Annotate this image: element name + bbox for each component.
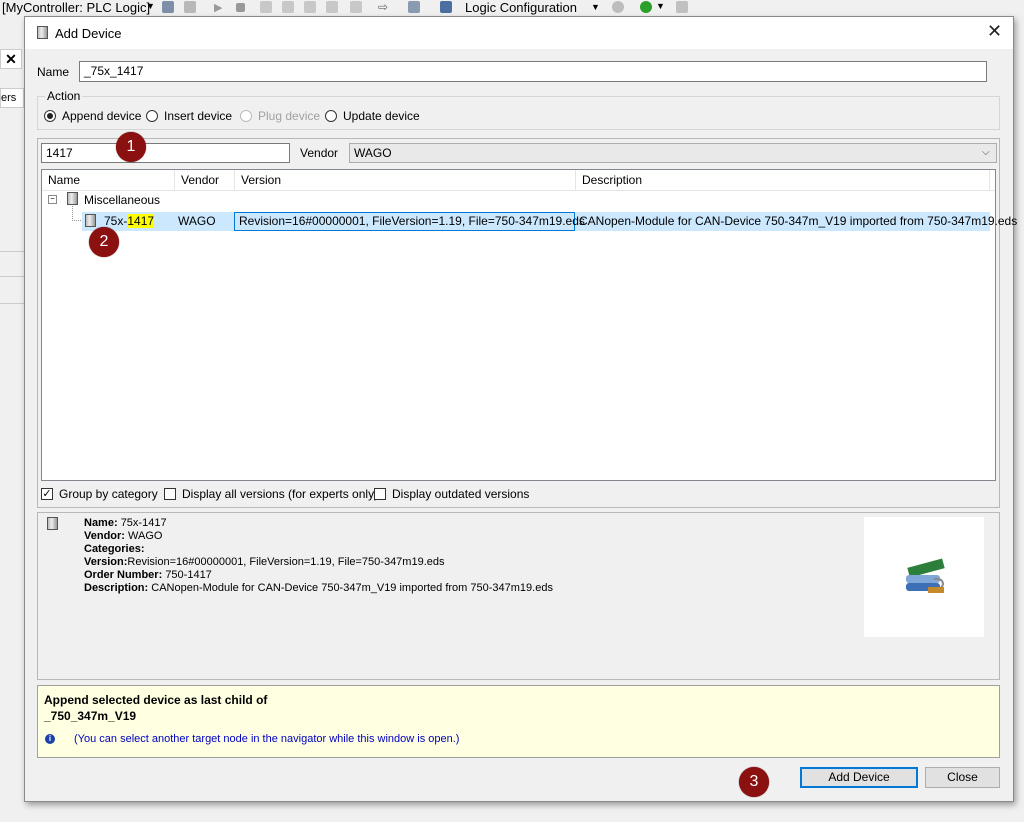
annotation-marker-2: 2 xyxy=(89,227,119,257)
add-device-button[interactable]: Add Device xyxy=(800,767,918,788)
annotation-marker-1: 1 xyxy=(116,132,146,162)
radio-selected-icon xyxy=(44,110,56,122)
hint-info-text: (You can select another target node in t… xyxy=(74,733,460,745)
device-search-input[interactable]: 1417 xyxy=(41,143,290,163)
build-icon[interactable] xyxy=(162,1,174,13)
divider xyxy=(0,276,24,277)
step-out-icon[interactable] xyxy=(304,1,316,13)
logic-configuration-dropdown[interactable]: Logic Configuration ▼ xyxy=(465,0,602,15)
rebuild-icon[interactable] xyxy=(184,1,196,13)
app-title-fragment: [MyController: PLC Logic] xyxy=(2,0,151,15)
dialog-title: Add Device xyxy=(55,26,122,41)
device-icon xyxy=(47,517,58,530)
row-vendor: WAGO xyxy=(178,214,216,228)
column-header-name[interactable]: Name xyxy=(42,170,175,190)
device-image xyxy=(864,517,984,637)
close-button[interactable]: Close xyxy=(925,767,1000,788)
checkbox-icon xyxy=(164,488,176,500)
hint-panel: Append selected device as last child of … xyxy=(37,685,1000,758)
detail-vendor: Vendor: WAGO xyxy=(84,530,163,542)
row-description: CANopen-Module for CAN-Device 750-347m_V… xyxy=(579,214,1018,228)
divider xyxy=(0,303,24,304)
vendor-select-value: WAGO xyxy=(354,146,392,160)
tools-icon[interactable] xyxy=(676,1,688,13)
action-group: Action Append device Insert device Plug … xyxy=(37,89,1000,130)
device-details-panel: Name: 75x-1417 Vendor: WAGO Categories: … xyxy=(37,512,1000,680)
name-field[interactable]: _75x_1417 xyxy=(79,61,987,82)
action-group-label: Action xyxy=(45,89,83,103)
column-header-version[interactable]: Version xyxy=(235,170,576,190)
dialog-titlebar: Add Device ✕ xyxy=(25,17,1013,49)
refresh-icon[interactable] xyxy=(612,1,624,13)
radio-icon xyxy=(146,110,158,122)
annotation-marker-3: 3 xyxy=(739,767,769,797)
table-row[interactable]: 75x-1417 WAGO Revision=16#00000001, File… xyxy=(82,212,1017,231)
panel-tab-fragment[interactable]: ers xyxy=(0,88,24,108)
insert-device-label: Insert device xyxy=(164,109,233,123)
category-label: Miscellaneous xyxy=(84,193,161,207)
hint-line-1: Append selected device as last child of xyxy=(44,693,268,707)
update-device-label: Update device xyxy=(343,109,420,123)
column-header-description[interactable]: Description xyxy=(576,170,990,190)
chevron-down-icon: ⌵ xyxy=(982,147,990,158)
step-over-icon[interactable] xyxy=(260,1,272,13)
row-name-prefix: 75x- xyxy=(104,214,128,228)
close-icon[interactable]: ✕ xyxy=(987,21,1002,42)
radio-disabled-icon xyxy=(240,110,252,122)
name-label: Name xyxy=(37,65,70,79)
detail-categories: Categories: xyxy=(84,543,145,555)
chevron-down-icon: ▼ xyxy=(591,2,600,12)
device-scan-icon[interactable] xyxy=(408,1,420,13)
checkmark-icon: ✓ xyxy=(41,488,53,500)
device-list-group: 1417 Vendor WAGO ⌵ Name Vendor Version D… xyxy=(37,138,1017,508)
run-icon[interactable]: ▶ xyxy=(214,1,222,14)
row-name-highlight: 1417 xyxy=(127,214,155,228)
group-by-category-label: Group by category xyxy=(59,487,158,501)
plug-device-label: Plug device xyxy=(258,109,321,123)
can-module-icon xyxy=(906,558,945,593)
divider xyxy=(0,251,24,252)
device-icon xyxy=(85,214,96,227)
column-header-vendor[interactable]: Vendor xyxy=(175,170,235,190)
add-device-dialog: Add Device ✕ Name _75x_1417 Action Appen… xyxy=(24,16,1017,802)
device-table: Name Vendor Version Description − Miscel… xyxy=(41,169,1017,481)
detail-name: Name: 75x-1417 xyxy=(84,517,167,529)
info-icon: i xyxy=(45,734,55,744)
device-icon xyxy=(37,26,48,39)
left-panel-strip: ✕ ers xyxy=(0,16,24,822)
detail-version: Version:Revision=16#00000001, FileVersio… xyxy=(84,556,445,568)
display-all-versions-label: Display all versions (for experts only) xyxy=(182,487,379,501)
arrow-right-icon[interactable]: ⇨ xyxy=(378,0,388,14)
vendor-select[interactable]: WAGO ⌵ xyxy=(349,143,997,163)
table-header: Name Vendor Version Description xyxy=(42,170,995,191)
login-icon[interactable] xyxy=(640,1,652,13)
monitor-icon[interactable] xyxy=(440,1,452,13)
app-toolbar: [MyController: PLC Logic] ▼ ▶ ⇨ Logic Co… xyxy=(0,0,1024,16)
logic-configuration-label: Logic Configuration xyxy=(465,0,578,15)
dropdown-arrow-icon[interactable]: ▼ xyxy=(656,1,665,11)
step-into-icon[interactable] xyxy=(282,1,294,13)
breakpoint-icon[interactable] xyxy=(326,1,338,13)
hint-line-2: _750_347m_V19 xyxy=(44,709,137,723)
vendor-label: Vendor xyxy=(300,146,339,160)
category-icon xyxy=(67,192,78,205)
detail-description: Description: CANopen-Module for CAN-Devi… xyxy=(84,582,553,594)
stop-icon[interactable] xyxy=(236,3,245,12)
force-values-icon[interactable] xyxy=(350,1,362,13)
category-row[interactable]: − Miscellaneous xyxy=(42,192,995,212)
dropdown-arrow-icon[interactable]: ▼ xyxy=(146,1,155,11)
append-device-label: Append device xyxy=(62,109,142,123)
details-text: Name: 75x-1417 Vendor: WAGO Categories: … xyxy=(84,517,553,595)
radio-icon xyxy=(325,110,337,122)
detail-order-number: Order Number: 750-1417 xyxy=(84,569,212,581)
checkbox-icon xyxy=(374,488,386,500)
row-version: Revision=16#00000001, FileVersion=1.19, … xyxy=(234,212,585,231)
display-outdated-label: Display outdated versions xyxy=(392,487,530,501)
row-name: 75x-1417 xyxy=(104,214,155,228)
close-panel-button[interactable]: ✕ xyxy=(0,49,22,69)
collapse-icon[interactable]: − xyxy=(48,195,57,204)
